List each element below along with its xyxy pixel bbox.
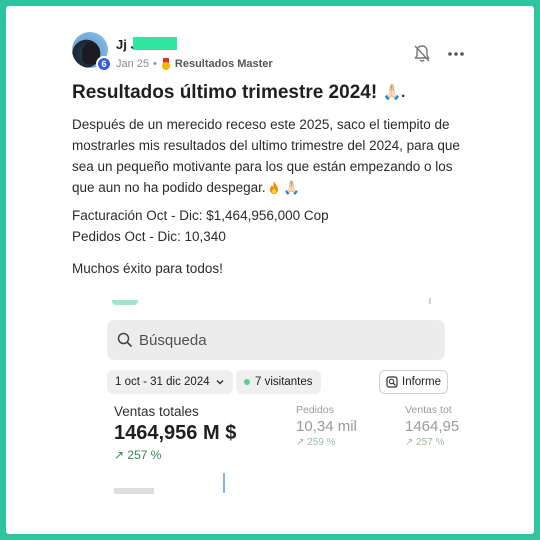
post-title-emoji: 🙏🏻.	[382, 84, 406, 101]
post-body: Después de un merecido receso este 2025,…	[72, 114, 472, 198]
sales-cut-value: 1464,95	[405, 418, 460, 435]
date-range-selector[interactable]: 1 oct - 31 dic 2024	[107, 370, 233, 394]
live-dot	[244, 379, 250, 385]
visitors-chip[interactable]: 7 visitantes	[236, 370, 321, 394]
name-redaction-bar	[133, 37, 177, 50]
search-icon	[117, 332, 133, 348]
sales-cut-label: Ventas tot	[405, 404, 452, 416]
report-icon	[386, 376, 398, 388]
post-meta: Jan 25 • Resultados Master	[116, 58, 273, 70]
total-sales-label: Ventas totales	[114, 404, 199, 419]
post-card: 6 Jj Ja Jan 25 • Resultados Master Resul…	[6, 6, 534, 534]
chevron-down-icon	[216, 380, 224, 385]
group-name[interactable]: Resultados Master	[175, 58, 273, 70]
embedded-screenshot: 1 oct - 31 dic 2024 7 visitantes Informe…	[80, 290, 466, 534]
facturacion-line: Facturación Oct - Dic: $1,464,956,000 Co…	[72, 208, 329, 223]
total-sales-change: ↗ 257 %	[114, 448, 162, 462]
faded-chart-label	[114, 488, 154, 494]
closing-line: Muchos éxito para todos!	[72, 261, 223, 276]
visitors-label: 7 visitantes	[255, 376, 313, 388]
date-range-label: 1 oct - 31 dic 2024	[115, 376, 210, 388]
search-input[interactable]	[139, 331, 419, 349]
level-badge: 6	[96, 56, 112, 72]
fire-icon	[270, 181, 279, 194]
more-horizontal-icon[interactable]	[446, 44, 466, 64]
orders-change: ↗ 259 %	[296, 437, 336, 448]
medal-icon	[161, 58, 171, 70]
top-divider-mark	[429, 298, 431, 304]
orders-label: Pedidos	[296, 404, 334, 416]
report-button[interactable]: Informe	[379, 370, 448, 394]
post-body-text: Después de un merecido receso este 2025,…	[72, 117, 460, 195]
author-avatar[interactable]: 6	[72, 32, 112, 72]
chart-spike	[223, 473, 225, 493]
sales-metric-cut[interactable]: Ventas tot 1464,95 ↗ 257 %	[405, 404, 459, 448]
post-date[interactable]: Jan 25	[116, 58, 149, 70]
search-box[interactable]	[107, 320, 445, 360]
meta-separator: •	[153, 58, 157, 70]
orders-metric[interactable]: Pedidos 10,34 mil ↗ 259 %	[296, 404, 357, 448]
total-sales-value: 1464,956 M $	[114, 422, 237, 444]
pedidos-line: Pedidos Oct - Dic: 10,340	[72, 229, 226, 244]
post-title-text: Resultados último trimestre 2024!	[72, 82, 378, 103]
report-label: Informe	[402, 376, 441, 388]
sales-cut-change: ↗ 257 %	[405, 437, 445, 448]
post-body-emoji: 🙏🏻	[283, 180, 301, 195]
orders-value: 10,34 mil	[296, 418, 357, 435]
bell-icon[interactable]	[413, 44, 431, 64]
top-tab-indicator	[112, 300, 138, 305]
post-title: Resultados último trimestre 2024! 🙏🏻.	[72, 82, 405, 104]
